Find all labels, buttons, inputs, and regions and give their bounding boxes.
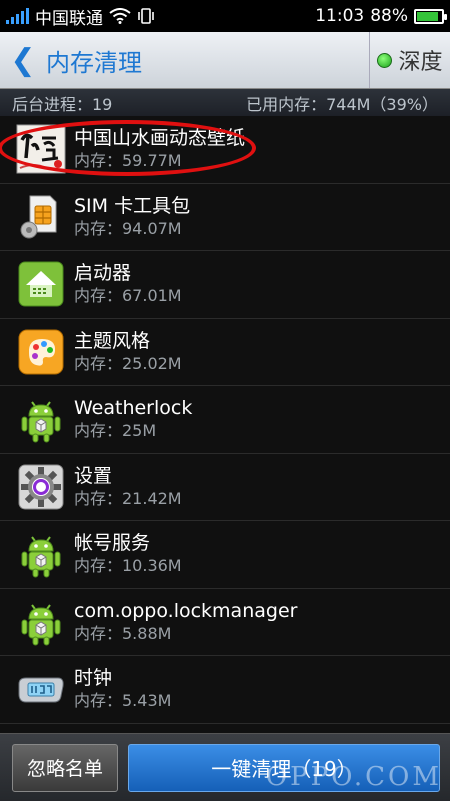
sim-card-icon bbox=[16, 192, 66, 242]
app-memory: 内存：59.77M bbox=[74, 151, 182, 171]
process-count: 后台进程：19 bbox=[12, 94, 113, 114]
carrier-name: 中国联通 bbox=[35, 8, 103, 29]
memory-summary-bar: 后台进程：19 已用内存：744M（39%） bbox=[0, 89, 450, 116]
app-name: com.oppo.lockmanager bbox=[74, 599, 298, 622]
title-bar: ❮ 内存清理 深度 bbox=[0, 32, 450, 89]
list-item[interactable]: com.oppo.lockmanager 内存：5.88M bbox=[0, 589, 450, 656]
deep-clean-label: 深度 bbox=[398, 50, 443, 75]
android-icon bbox=[16, 597, 66, 647]
clock-time: 11:03 bbox=[315, 6, 365, 26]
list-item[interactable]: 主题风格 内存：25.02M bbox=[0, 319, 450, 386]
ignore-list-button[interactable]: 忽略名单 bbox=[12, 743, 118, 792]
app-memory: 内存：94.07M bbox=[74, 218, 182, 238]
app-memory: 内存：25.02M bbox=[74, 353, 182, 373]
list-item[interactable]: 时钟 内存：5.43M bbox=[0, 656, 450, 724]
app-name: 帐号服务 bbox=[74, 532, 151, 555]
android-icon bbox=[16, 394, 66, 444]
back-button[interactable]: ❮ bbox=[0, 32, 46, 88]
used-memory: 已用内存：744M（39%） bbox=[246, 94, 438, 114]
app-name: 主题风格 bbox=[74, 329, 151, 352]
status-bar: 中国联通 11:03 88% bbox=[0, 0, 450, 32]
list-item[interactable]: 设置 内存：21.42M bbox=[0, 454, 450, 521]
app-name: 设置 bbox=[74, 464, 113, 487]
app-memory: 内存：5.43M bbox=[74, 691, 172, 711]
list-item[interactable]: 启动器 内存：67.01M bbox=[0, 251, 450, 319]
vibrate-icon bbox=[138, 8, 154, 24]
app-memory: 内存：25M bbox=[74, 421, 157, 441]
app-name: 启动器 bbox=[74, 262, 132, 285]
settings-gear-icon bbox=[16, 462, 66, 512]
deep-clean-button[interactable]: 深度 bbox=[369, 32, 450, 88]
app-memory: 内存：10.36M bbox=[74, 556, 182, 576]
app-memory: 内存：5.88M bbox=[74, 623, 172, 643]
signal-icon bbox=[6, 8, 29, 24]
landscape-wallpaper-icon bbox=[16, 124, 66, 174]
list-item[interactable]: Weatherlock 内存：25M bbox=[0, 386, 450, 454]
launcher-icon bbox=[16, 259, 66, 309]
status-dot-icon bbox=[377, 52, 393, 68]
app-name: 中国山水画动态壁纸 bbox=[74, 127, 246, 150]
theme-palette-icon bbox=[16, 327, 66, 377]
watermark: OPPO.COM bbox=[265, 762, 442, 792]
battery-icon bbox=[414, 8, 447, 24]
android-icon bbox=[16, 529, 66, 579]
clock-icon bbox=[16, 664, 66, 714]
wifi-icon bbox=[109, 8, 131, 24]
battery-percent: 88% bbox=[370, 6, 408, 26]
app-name: SIM 卡工具包 bbox=[74, 194, 191, 217]
process-list: 中国山水画动态壁纸 内存：59.77M SIM 卡工具包 内存：94.07M 启… bbox=[0, 116, 450, 724]
app-name: 时钟 bbox=[74, 667, 113, 690]
page-title: 内存清理 bbox=[46, 48, 142, 77]
back-arrow-icon: ❮ bbox=[10, 42, 36, 78]
app-memory: 内存：67.01M bbox=[74, 286, 182, 306]
list-item[interactable]: 帐号服务 内存：10.36M bbox=[0, 521, 450, 589]
list-item[interactable]: 中国山水画动态壁纸 内存：59.77M bbox=[0, 116, 450, 184]
list-item[interactable]: SIM 卡工具包 内存：94.07M bbox=[0, 184, 450, 251]
app-name: Weatherlock bbox=[74, 397, 193, 420]
app-memory: 内存：21.42M bbox=[74, 488, 182, 508]
